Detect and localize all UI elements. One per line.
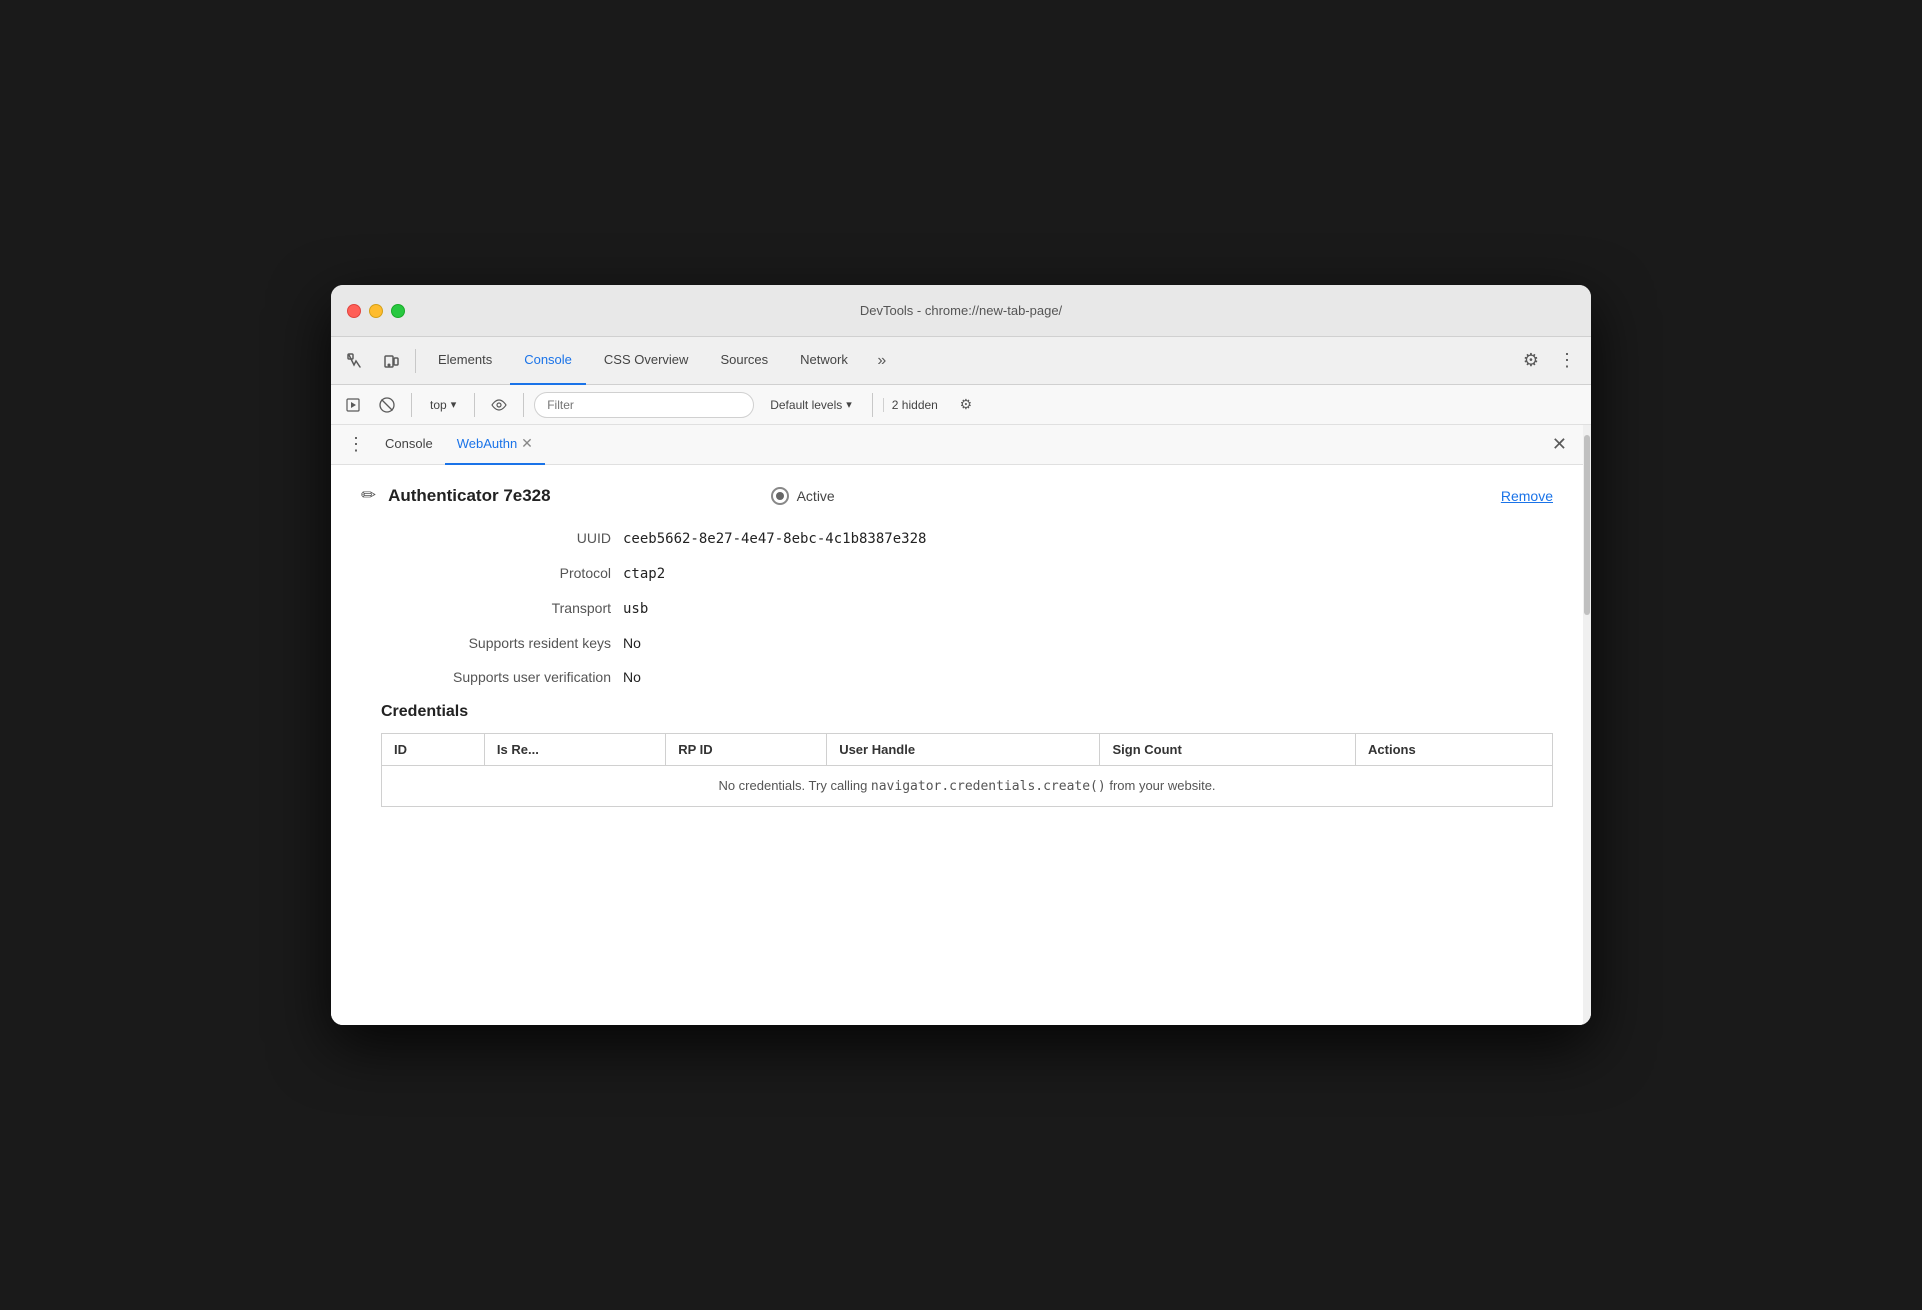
tab-css-overview[interactable]: CSS Overview [590, 337, 703, 385]
tab-sources[interactable]: Sources [706, 337, 782, 385]
console-settings-button[interactable]: ⚙ [952, 391, 980, 419]
title-bar: DevTools - chrome://new-tab-page/ [331, 285, 1591, 337]
credentials-table: ID Is Re... RP ID User Handle Sign Count… [381, 733, 1553, 807]
field-transport: Transport usb [361, 600, 1553, 617]
hidden-count: 2 hidden [883, 398, 946, 412]
field-value-resident-keys: No [623, 635, 641, 651]
field-resident-keys: Supports resident keys No [361, 635, 1553, 651]
radio-dot [776, 492, 784, 500]
close-button[interactable] [347, 304, 361, 318]
devtools-toolbar: Elements Console CSS Overview Sources Ne… [331, 337, 1591, 385]
window-title: DevTools - chrome://new-tab-page/ [860, 303, 1062, 318]
col-is-re: Is Re... [484, 734, 665, 766]
col-user-handle: User Handle [827, 734, 1100, 766]
field-uuid: UUID ceeb5662-8e27-4e47-8ebc-4c1b8387e32… [361, 530, 1553, 547]
console-toolbar: top ▾ Default levels ▾ 2 hidden ⚙ [331, 385, 1591, 425]
toolbar-divider-2 [411, 393, 412, 417]
filter-input[interactable] [534, 392, 754, 418]
field-value-user-verification: No [623, 669, 641, 685]
col-sign-count: Sign Count [1100, 734, 1356, 766]
field-label-user-verification: Supports user verification [381, 669, 611, 685]
field-protocol: Protocol ctap2 [361, 565, 1553, 582]
eye-button[interactable] [485, 391, 513, 419]
no-credentials-cell: No credentials. Try calling navigator.cr… [382, 766, 1553, 807]
authenticator-header: ✏ Authenticator 7e328 Active Remove [361, 485, 1553, 506]
toolbar-divider-3 [474, 393, 475, 417]
webauthn-panel: ✏ Authenticator 7e328 Active Remove UUID… [331, 465, 1583, 1025]
tab-elements[interactable]: Elements [424, 337, 506, 385]
authenticator-title: Authenticator 7e328 [388, 486, 551, 506]
drawer-tab-bar: ⋮ Console WebAuthn ✕ ✕ [331, 425, 1583, 465]
settings-button[interactable]: ⚙ [1515, 345, 1547, 377]
tab-network[interactable]: Network [786, 337, 862, 385]
scrollbar-thumb[interactable] [1584, 435, 1590, 615]
field-label-uuid: UUID [381, 530, 611, 546]
log-levels-button[interactable]: Default levels ▾ [760, 395, 862, 415]
no-credentials-row: No credentials. Try calling navigator.cr… [382, 766, 1553, 807]
field-value-uuid: ceeb5662-8e27-4e47-8ebc-4c1b8387e328 [623, 531, 926, 547]
drawer-tab-webauthn[interactable]: WebAuthn ✕ [445, 425, 545, 465]
no-creds-code: navigator.credentials.create() [871, 779, 1106, 794]
devtools-window: DevTools - chrome://new-tab-page/ Elemen… [331, 285, 1591, 1025]
credentials-title: Credentials [381, 703, 1553, 721]
field-label-protocol: Protocol [381, 565, 611, 581]
execute-script-button[interactable] [339, 391, 367, 419]
edit-icon[interactable]: ✏ [361, 485, 376, 506]
drawer-tab-console[interactable]: Console [373, 425, 445, 465]
field-value-transport: usb [623, 601, 648, 617]
minimize-button[interactable] [369, 304, 383, 318]
remove-button[interactable]: Remove [1501, 488, 1553, 504]
close-drawer-button[interactable]: ✕ [1544, 434, 1575, 455]
active-badge: Active [771, 487, 835, 505]
drawer: ⋮ Console WebAuthn ✕ ✕ ✏ Authenticator 7… [331, 425, 1583, 1025]
close-webauthn-tab[interactable]: ✕ [521, 435, 533, 452]
toolbar-divider-1 [415, 349, 416, 373]
main-panel: ⋮ Console WebAuthn ✕ ✕ ✏ Authenticator 7… [331, 425, 1591, 1025]
col-id: ID [382, 734, 485, 766]
toolbar-right: ⚙ ⋮ [1515, 345, 1583, 377]
traffic-lights [347, 304, 405, 318]
col-actions: Actions [1356, 734, 1553, 766]
device-toolbar-button[interactable] [375, 345, 407, 377]
field-user-verification: Supports user verification No [361, 669, 1553, 685]
inspect-element-button[interactable] [339, 345, 371, 377]
drawer-menu-button[interactable]: ⋮ [339, 434, 373, 455]
active-radio[interactable] [771, 487, 789, 505]
scrollbar[interactable] [1583, 425, 1591, 1025]
toolbar-divider-5 [872, 393, 873, 417]
clear-console-button[interactable] [373, 391, 401, 419]
maximize-button[interactable] [391, 304, 405, 318]
field-value-protocol: ctap2 [623, 566, 665, 582]
field-label-transport: Transport [381, 600, 611, 616]
more-options-button[interactable]: ⋮ [1551, 345, 1583, 377]
col-rp-id: RP ID [666, 734, 827, 766]
tab-console[interactable]: Console [510, 337, 586, 385]
context-selector[interactable]: top ▾ [422, 396, 464, 414]
more-tabs-button[interactable]: » [866, 345, 898, 377]
field-label-resident-keys: Supports resident keys [381, 635, 611, 651]
credentials-section: Credentials ID Is Re... RP ID User Handl… [361, 703, 1553, 807]
toolbar-divider-4 [523, 393, 524, 417]
